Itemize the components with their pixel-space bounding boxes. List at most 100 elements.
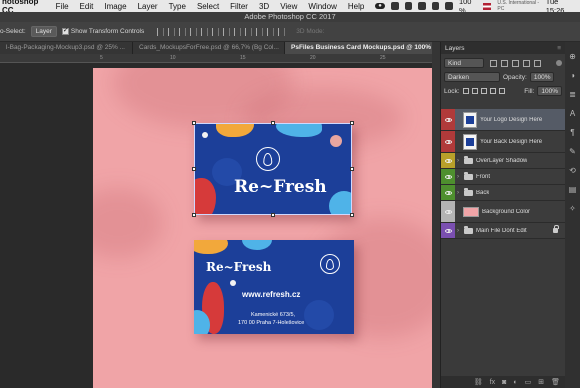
panel-menu-icon[interactable]: ≡ [557,45,565,52]
layer-color-tag[interactable] [441,201,455,222]
menu-3d[interactable]: 3D [259,2,269,11]
distribute-hcenter-icon[interactable] [267,27,275,36]
time-machine-icon[interactable] [418,2,426,10]
transform-handle[interactable] [350,167,354,171]
layer-name[interactable]: Main File Dont Edit [476,228,527,234]
blend-mode-dropdown[interactable]: Darken [444,72,500,82]
new-group-icon[interactable]: ▭ [525,378,532,386]
lock-transparent-icon[interactable] [462,88,469,94]
new-layer-icon[interactable]: ⊞ [538,378,544,386]
distribute-right-icon[interactable] [278,27,286,36]
filter-shape-icon[interactable] [523,59,530,67]
align-bottom-icon[interactable] [179,27,187,36]
filter-toggle-icon[interactable] [556,60,562,66]
properties-icon[interactable]: ≣ [569,90,576,99]
menu-filter[interactable]: Filter [230,2,248,11]
menu-file[interactable]: File [56,2,69,11]
fx-icon[interactable]: fx [490,379,495,386]
bluetooth-icon[interactable] [431,2,440,10]
adjustment-layer-icon[interactable]: ◐ [513,379,517,386]
layer-name[interactable]: Background Color [482,209,530,215]
adjustments-icon[interactable]: ◑ [570,71,575,80]
distribute-top-icon[interactable] [223,27,231,36]
expand-arrow-icon[interactable]: › [455,158,461,164]
layer-row[interactable]: Background Color [441,201,566,223]
transform-handle[interactable] [192,121,196,125]
lock-all-icon[interactable] [498,88,505,94]
menu-window[interactable]: Window [308,2,336,11]
align-hcenter-icon[interactable] [201,27,209,36]
transform-handle[interactable] [271,213,275,217]
filter-type-icon[interactable] [512,59,519,67]
filter-adjust-icon[interactable] [501,59,508,67]
volume-icon[interactable] [445,2,453,10]
character-icon[interactable]: A [570,109,575,118]
distribute-bottom-icon[interactable] [245,27,253,36]
expand-arrow-icon[interactable]: › [455,174,461,180]
paragraph-icon[interactable]: ¶ [570,128,574,137]
align-top-icon[interactable] [157,27,165,36]
visibility-eye-icon[interactable] [444,174,452,179]
layer-name[interactable]: Back [476,190,489,196]
distribute-vcenter-icon[interactable] [234,27,242,36]
tab-cards-mockup[interactable]: Cards_MockupsForFree.psd @ 66,7% (Bg Col… [133,42,285,54]
layer-row[interactable]: Your Logo Design Here [441,109,566,131]
add-mask-icon[interactable]: ◙ [502,379,506,386]
layer-row[interactable]: › Main File Dont Edit [441,223,566,239]
visibility-eye-icon[interactable] [444,158,452,163]
fill-field[interactable]: 100% [537,86,562,96]
filter-pixel-icon[interactable] [490,59,497,67]
history-icon[interactable]: ⟲ [569,166,576,175]
transform-handle[interactable] [350,121,354,125]
transform-handle[interactable] [192,167,196,171]
filter-smart-icon[interactable] [534,59,541,67]
menu-type[interactable]: Type [169,2,186,11]
transform-handle[interactable] [350,213,354,217]
libraries-icon[interactable]: ⊕ [569,52,576,61]
menu-view[interactable]: View [280,2,297,11]
show-transform-controls[interactable]: Show Transform Controls [61,26,144,35]
visibility-eye-icon[interactable] [444,139,452,144]
layer-name[interactable]: Front [476,174,490,180]
link-layers-icon[interactable]: ⛓ [474,378,483,386]
layer-name[interactable]: Your Logo Design Here [480,117,542,123]
expand-arrow-icon[interactable]: › [455,228,461,234]
delete-layer-icon[interactable]: 🗑 [551,378,560,386]
menu-help[interactable]: Help [348,2,364,11]
transform-bounding-box[interactable] [194,123,352,215]
layer-color-tag[interactable] [441,109,455,130]
layer-color-tag[interactable] [441,153,455,168]
layer-row[interactable]: › OverLayer Shadow [441,153,566,169]
visibility-eye-icon[interactable] [444,117,452,122]
visibility-eye-icon[interactable] [444,228,452,233]
menu-image[interactable]: Image [104,2,126,11]
menu-layer[interactable]: Layer [138,2,158,11]
filter-kind-dropdown[interactable]: Kind [444,58,484,68]
layer-name[interactable]: Your Back Design Here [480,139,542,145]
cloud-icon[interactable] [404,2,413,10]
layer-row[interactable]: › Back [441,185,566,201]
input-source-label[interactable]: U.S. International - PC [497,0,539,12]
distribute-left-icon[interactable] [256,27,264,36]
business-card-back[interactable]: Re~Fresh www.refresh.cz Kamenické 673/5,… [194,240,354,334]
document-canvas[interactable]: Re~Fresh Re~Fresh www.refresh.cz Kamenic… [93,68,440,388]
menu-select[interactable]: Select [197,2,219,11]
layer-color-tag[interactable] [441,169,455,184]
menu-edit[interactable]: Edit [80,2,94,11]
tab-bag-mockup[interactable]: l-Bag-Packaging-Mockup3.psd @ 25% ... [0,42,133,54]
transform-handle[interactable] [271,121,275,125]
paths-icon[interactable]: ✧ [569,204,576,213]
visibility-eye-icon[interactable] [444,190,452,195]
dropbox-icon[interactable] [390,2,399,10]
transform-checkbox-icon[interactable] [61,26,69,35]
expand-arrow-icon[interactable]: › [455,190,461,196]
layer-name[interactable]: OverLayer Shadow [476,158,527,164]
layers-panel-title[interactable]: Layers [445,45,465,52]
layer-color-tag[interactable] [441,131,455,152]
input-source-flag-icon[interactable] [482,2,492,10]
layer-color-tag[interactable] [441,185,455,200]
layer-row[interactable]: › Front [441,169,566,185]
lock-artboard-icon[interactable] [489,88,496,94]
lock-position-icon[interactable] [480,88,487,94]
tab-business-card[interactable]: PsFiles Business Card Mockups.psd @ 100%… [285,42,440,54]
